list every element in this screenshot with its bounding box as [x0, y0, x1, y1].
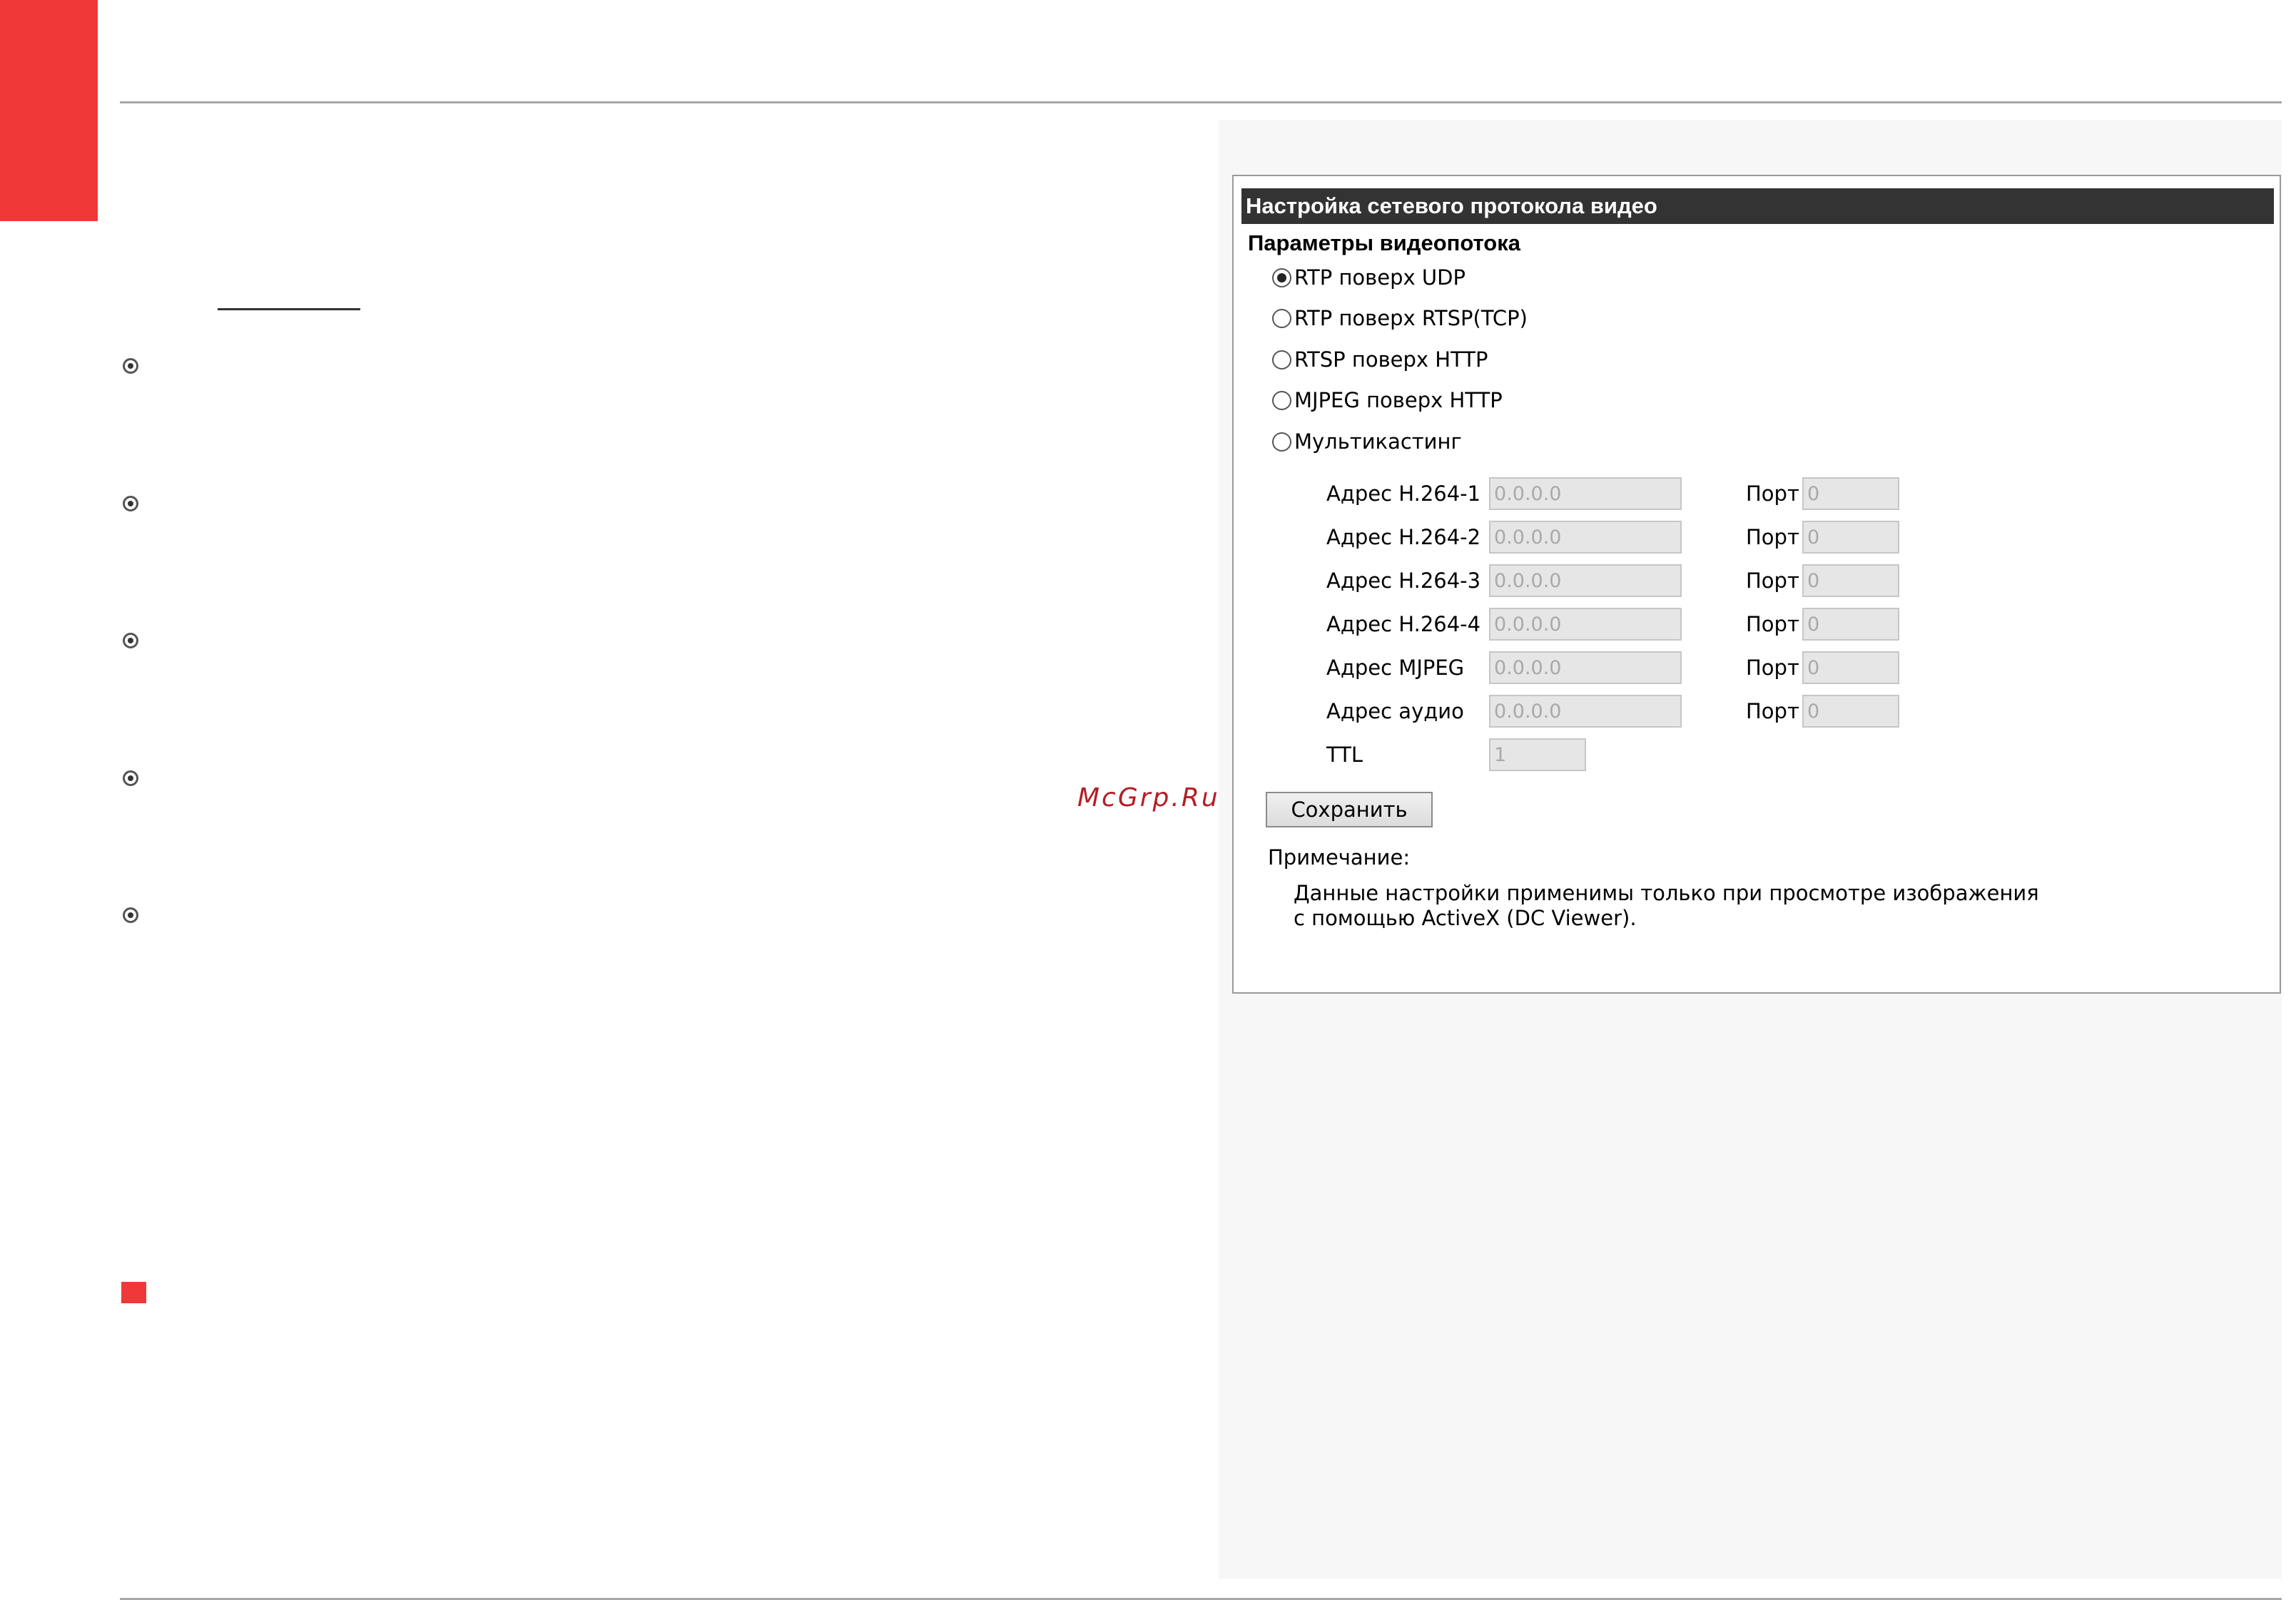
- option-multicast[interactable]: Мультикастинг: [1272, 429, 1462, 454]
- port-input-h264-1[interactable]: [1802, 477, 1899, 510]
- bullet-icon: [123, 358, 138, 374]
- multicast-row-h264-2: Адрес H.264-2 Порт: [1234, 521, 2280, 554]
- multicast-row-audio: Адрес аудио Порт: [1234, 695, 2280, 728]
- radio-multicast[interactable]: [1272, 432, 1291, 452]
- ttl-label: TTL: [1326, 743, 1363, 767]
- ttl-input[interactable]: [1489, 738, 1586, 771]
- bullet-icon: [123, 633, 138, 648]
- radio-rtp-rtsp-tcp[interactable]: [1272, 308, 1291, 328]
- address-input-h264-1[interactable]: [1489, 477, 1682, 510]
- port-input-h264-4[interactable]: [1802, 608, 1899, 641]
- port-label: Порт: [1746, 612, 1799, 636]
- port-input-audio[interactable]: [1802, 695, 1899, 728]
- video-protocol-panel: Настройка сетевого протокола видео Парам…: [1232, 175, 2281, 994]
- option-rtp-udp[interactable]: RTP поверх UDP: [1272, 265, 1466, 290]
- address-input-h264-2[interactable]: [1489, 521, 1682, 554]
- note-title: Примечание:: [1268, 845, 1411, 870]
- port-input-mjpeg[interactable]: [1802, 651, 1899, 684]
- field-label: Адрес H.264-2: [1326, 525, 1481, 549]
- note-line: Данные настройки применимы только при пр…: [1294, 881, 2039, 905]
- field-label: Адрес аудио: [1326, 699, 1464, 723]
- note-marker-icon: [121, 1282, 146, 1303]
- panel-title: Настройка сетевого протокола видео: [1241, 188, 2274, 224]
- option-label: MJPEG поверх HTTP: [1294, 388, 1503, 412]
- address-input-audio[interactable]: [1489, 695, 1682, 728]
- option-label: RTP поверх RTSP(TCP): [1294, 306, 1528, 330]
- address-input-h264-4[interactable]: [1489, 608, 1682, 641]
- bullet-icon: [123, 907, 138, 923]
- bullet-icon: [123, 770, 138, 786]
- multicast-row-mjpeg: Адрес MJPEG Порт: [1234, 651, 2280, 684]
- field-label: Адрес H.264-1: [1326, 481, 1481, 506]
- field-label: Адрес H.264-3: [1326, 569, 1481, 593]
- save-button[interactable]: Сохранить: [1266, 792, 1433, 827]
- option-label: RTP поверх UDP: [1294, 265, 1466, 290]
- port-label: Порт: [1746, 569, 1799, 593]
- address-input-h264-3[interactable]: [1489, 564, 1682, 597]
- multicast-row-h264-4: Адрес H.264-4 Порт: [1234, 608, 2280, 641]
- option-mjpeg-http[interactable]: MJPEG поверх HTTP: [1272, 388, 1503, 412]
- section-title: Параметры видеопотока: [1248, 230, 1520, 255]
- watermark: McGrp.Ru: [1077, 783, 1220, 812]
- note-line: с помощью ActiveX (DC Viewer).: [1294, 906, 1637, 930]
- multicast-row-h264-1: Адрес H.264-1 Порт: [1234, 477, 2280, 510]
- port-input-h264-3[interactable]: [1802, 564, 1899, 597]
- bullet-icon: [123, 496, 138, 511]
- port-label: Порт: [1746, 699, 1799, 723]
- multicast-row-ttl: TTL: [1234, 738, 2280, 771]
- radio-rtsp-http[interactable]: [1272, 350, 1291, 370]
- multicast-row-h264-3: Адрес H.264-3 Порт: [1234, 564, 2280, 597]
- option-label: RTSP поверх HTTP: [1294, 347, 1488, 372]
- port-label: Порт: [1746, 481, 1799, 506]
- field-label: Адрес MJPEG: [1326, 656, 1465, 680]
- page-corner-accent: [0, 0, 98, 221]
- port-input-h264-2[interactable]: [1802, 521, 1899, 554]
- port-label: Порт: [1746, 656, 1799, 680]
- option-label: Мультикастинг: [1294, 429, 1462, 454]
- address-input-mjpeg[interactable]: [1489, 651, 1682, 684]
- port-label: Порт: [1746, 525, 1799, 549]
- heading-underline: [218, 308, 360, 310]
- radio-rtp-udp[interactable]: [1272, 267, 1291, 287]
- radio-mjpeg-http[interactable]: [1272, 390, 1291, 410]
- header-divider: [120, 101, 2282, 103]
- option-rtsp-http[interactable]: RTSP поверх HTTP: [1272, 347, 1488, 372]
- option-rtp-rtsp-tcp[interactable]: RTP поверх RTSP(TCP): [1272, 306, 1528, 330]
- field-label: Адрес H.264-4: [1326, 612, 1481, 636]
